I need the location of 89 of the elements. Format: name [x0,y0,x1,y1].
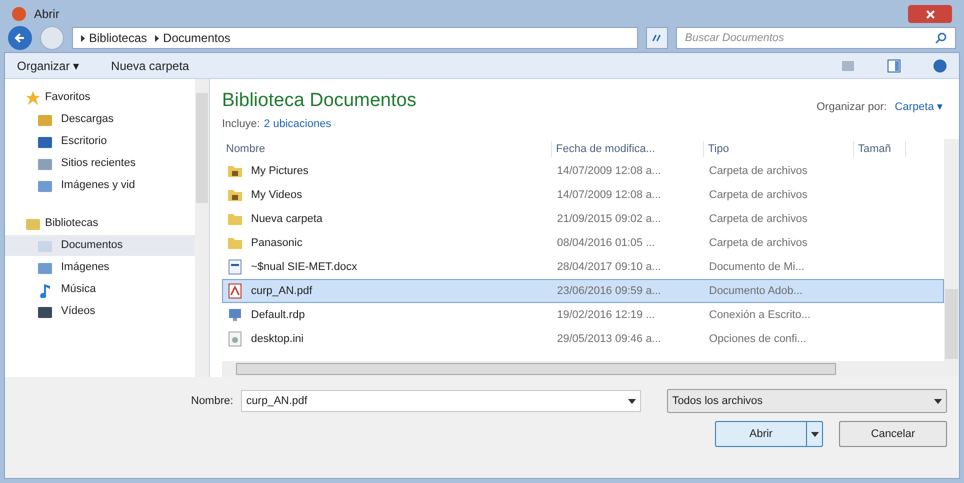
file-type: Documento Adob... [708,284,804,299]
file-type: Carpeta de archivos [708,164,808,179]
close-button[interactable] [908,5,952,23]
file-row[interactable]: ~$nual SIE-MET.docx 28/04/2017 09:10 a... Documento de Mi... [222,255,944,279]
column-header[interactable]: Fecha de modifica... [552,140,704,158]
star-icon [25,90,41,106]
back-button[interactable] [8,26,32,50]
includes-label: Incluye: [222,116,260,132]
file-type: Carpeta de archivos [708,236,808,251]
column-header[interactable]: Tamañ [854,140,906,158]
nav-group-label[interactable]: Favoritos [45,89,90,106]
refresh-icon [651,33,663,43]
breadcrumb[interactable]: Documentos [163,29,230,47]
file-row[interactable]: Default.rdp 19/02/2016 12:19 ... Conexión a Escrito... [222,303,944,327]
filename-label: Nombre: [191,394,234,409]
back-arrow-icon [14,32,26,44]
file-row[interactable]: curp_AN.pdf 23/06/2016 09:59 a... Documento Adob... [222,279,944,303]
nav-item[interactable]: Música [5,279,195,300]
filename-field[interactable]: curp_AN.pdf [241,390,642,412]
locations-link[interactable]: 2 ubicaciones [264,116,332,132]
file-date: 19/02/2016 12:19 ... [556,308,656,323]
arrange-label: Organizar por: [816,100,887,115]
nav-group-label[interactable]: Bibliotecas [45,215,98,232]
file-name: My Videos [251,188,302,203]
caret-icon [934,398,942,404]
folder-icon [227,212,243,226]
file-name: ~$nual SIE-MET.docx [251,260,358,275]
chevron-right-icon [155,34,160,42]
folder-icon [227,188,243,202]
remote-desktop-icon [227,307,243,323]
caret-icon [628,398,636,404]
file-row[interactable]: Panasonic 08/04/2016 01:05 ... Carpeta de archivos [222,231,944,255]
app-icon [12,7,26,21]
pdf-icon [227,283,243,299]
scrollbar[interactable] [944,139,959,377]
file-date: 14/07/2009 12:08 a... [556,164,662,179]
chevron-right-icon [81,34,85,42]
file-date: 29/05/2013 09:46 a... [556,332,662,347]
close-icon [926,10,934,18]
file-name: Default.rdp [251,308,305,323]
file-date: 28/04/2017 09:10 a... [556,260,662,275]
file-date: 14/07/2009 12:08 a... [556,188,662,203]
caret-icon [810,432,818,436]
library-title: Biblioteca Documentos [222,89,416,113]
file-name: Panasonic [251,236,302,251]
nav-item[interactable]: Imágenes [5,257,195,278]
horizontal-scrollbar[interactable] [222,361,944,377]
search-icon [935,32,947,44]
file-type-dropdown[interactable]: Todos los archivos [667,389,947,413]
settings-file-icon [227,331,243,347]
file-type: Documento de Mi... [708,260,806,275]
scrollbar[interactable] [195,79,209,377]
nav-item[interactable]: Sitios recientes [5,153,195,174]
new-folder-button[interactable]: Nueva carpeta [111,56,190,74]
file-type: Conexión a Escrito... [708,308,812,323]
folder-icon [227,236,243,250]
help-icon[interactable] [933,58,947,72]
nav-item[interactable]: Descargas [5,109,195,130]
organize-menu[interactable]: Organizar ▾ [17,56,80,74]
refresh-button[interactable] [646,27,668,49]
breadcrumb[interactable]: Bibliotecas [89,29,148,47]
file-date: 08/04/2016 01:05 ... [556,236,656,251]
arrange-dropdown[interactable]: Carpeta ▾ [894,99,943,116]
nav-item[interactable]: Documentos [5,235,195,256]
file-row[interactable]: My Videos 14/07/2009 12:08 a... Carpeta de archivos [222,183,944,207]
open-button[interactable]: Abrir [715,421,823,447]
file-type: Carpeta de archivos [708,188,808,203]
file-date: 21/09/2015 09:02 a... [556,212,662,227]
file-type: Carpeta de archivos [708,212,808,227]
column-header[interactable]: Tipo [704,140,854,158]
file-type: Opciones de confi... [708,332,808,347]
file-row[interactable]: desktop.ini 29/05/2013 09:46 a... Opciones de confi... [222,327,944,351]
address-bar[interactable]: Bibliotecas Documentos [72,27,638,49]
file-row[interactable]: My Pictures 14/07/2009 12:08 a... Carpeta de archivos [222,159,944,183]
cancel-button[interactable]: Cancelar [839,421,947,447]
folder-icon [227,164,243,178]
music-note-icon [37,282,53,298]
file-name: curp_AN.pdf [251,284,312,299]
file-name: Nueva carpeta [251,212,323,227]
nav-item[interactable]: Imágenes y vid [5,175,195,196]
file-row[interactable]: Nueva carpeta 21/09/2015 09:02 a... Carpeta de archivos [222,207,944,231]
nav-item[interactable]: Vídeos [5,301,195,322]
column-header[interactable]: Nombre [222,140,552,158]
nav-item[interactable]: Escritorio [5,131,195,152]
preview-pane-icon[interactable] [887,58,901,72]
file-date: 23/06/2016 09:59 a... [556,284,662,299]
file-name: My Pictures [251,164,308,179]
window-title: Abrir [34,6,60,23]
file-name: desktop.ini [251,332,304,347]
